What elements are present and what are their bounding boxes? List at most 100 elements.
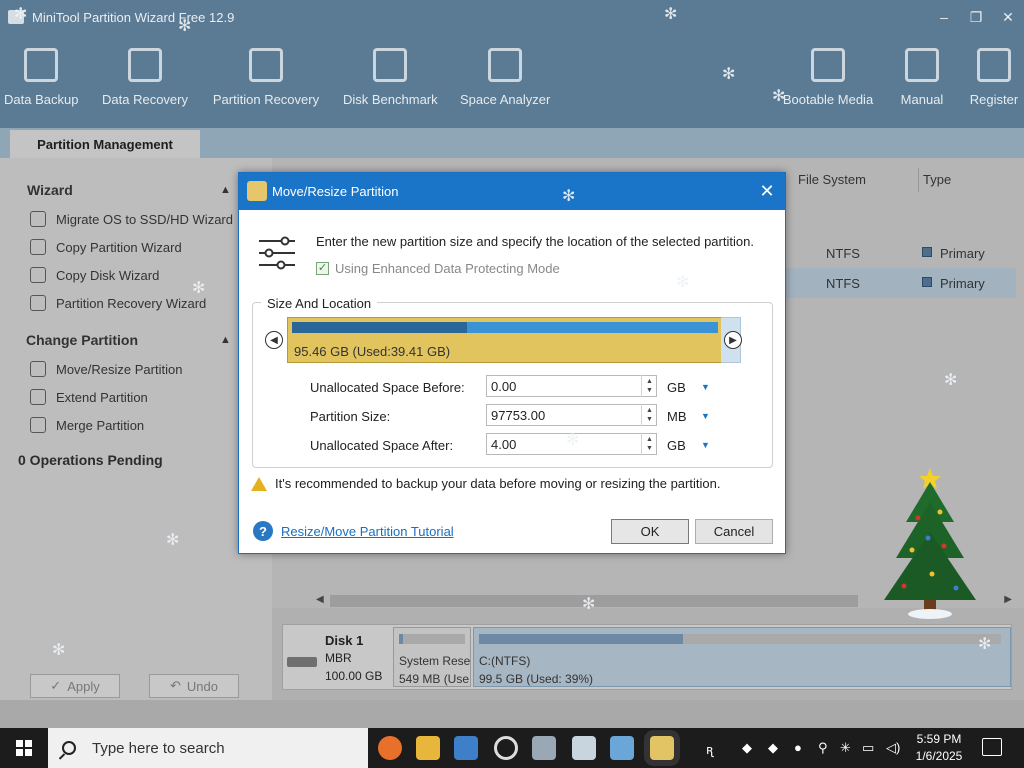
- dialog-close-button[interactable]: ✕: [755, 179, 779, 203]
- disk-partition-c[interactable]: C:(NTFS) 99.5 GB (Used: 39%): [473, 627, 1011, 687]
- tray-drop-icon[interactable]: ●: [794, 740, 802, 755]
- sidebar-item-merge[interactable]: Merge Partition: [30, 415, 144, 435]
- ok-button[interactable]: OK: [611, 519, 689, 544]
- start-button[interactable]: [0, 728, 48, 768]
- paint-icon[interactable]: [532, 736, 556, 760]
- change-partition-heading: Change Partition: [26, 332, 139, 348]
- notification-icon[interactable]: [982, 738, 1002, 756]
- undo-icon: ↶: [170, 678, 181, 693]
- unallocated-after-input[interactable]: [486, 433, 657, 455]
- partition-recovery-button[interactable]: Partition Recovery: [212, 48, 320, 118]
- sidebar-item-partition-recovery[interactable]: Partition Recovery Wizard: [30, 293, 206, 313]
- close-button[interactable]: ✕: [992, 0, 1024, 34]
- maximize-button[interactable]: ❐: [960, 0, 992, 34]
- settings-gear-icon[interactable]: [494, 736, 518, 760]
- checkbox-check-icon: ✓: [316, 262, 329, 275]
- collapse-change-icon[interactable]: ▲: [220, 334, 231, 346]
- sidebar-item-copy-partition[interactable]: Copy Partition Wizard: [30, 237, 182, 257]
- apply-button[interactable]: ✓ Apply: [30, 674, 120, 698]
- space-analyzer-button[interactable]: Space Analyzer: [460, 48, 550, 118]
- data-recovery-icon: [128, 48, 162, 82]
- operations-pending: 0 Operations Pending: [18, 452, 163, 468]
- scroll-left-icon[interactable]: ◀: [316, 594, 324, 605]
- partition-size-label-field: Partition Size:: [310, 409, 391, 424]
- tray-snow-icon[interactable]: ✳: [840, 740, 851, 756]
- unallocated-before-input[interactable]: [486, 375, 657, 397]
- size-location-label: Size And Location: [261, 296, 378, 311]
- tray-search-icon[interactable]: ⚲: [818, 740, 828, 756]
- notes-app-icon[interactable]: [610, 736, 634, 760]
- used-space-bar: [292, 322, 467, 333]
- backup-warning: It's recommended to backup your data bef…: [251, 476, 720, 491]
- firefox-icon[interactable]: [378, 736, 402, 760]
- partition-size-label: 95.46 GB (Used:39.41 GB): [294, 344, 451, 359]
- partition-bar: [292, 322, 718, 333]
- volume-icon[interactable]: ◁): [886, 740, 900, 756]
- tab-partition-management[interactable]: Partition Management: [10, 130, 200, 158]
- enhanced-mode-checkbox[interactable]: ✓ Using Enhanced Data Protecting Mode: [316, 261, 560, 276]
- clock[interactable]: 5:59 PM 1/6/2025: [908, 731, 970, 765]
- disk-partition-system-reserved[interactable]: System Rese 549 MB (Use: [393, 627, 471, 687]
- data-backup-button[interactable]: Data Backup: [4, 48, 78, 118]
- copy-disk-icon: [30, 267, 46, 283]
- disk-info[interactable]: Disk 1 MBR 100.00 GB: [283, 625, 393, 689]
- windows-logo-icon: [16, 740, 32, 756]
- chevron-left-icon[interactable]: ◀: [265, 331, 283, 349]
- partition-size-stepper[interactable]: ▲ ▼: [641, 404, 657, 426]
- tray-app-icon[interactable]: ◆: [768, 740, 778, 756]
- partition-wizard-taskbar-icon[interactable]: [650, 736, 674, 760]
- network-icon[interactable]: ▭: [862, 740, 874, 756]
- scroll-right-icon[interactable]: ▶: [1004, 594, 1012, 605]
- christmas-tree-icon: [884, 468, 976, 619]
- media-app-icon[interactable]: [572, 736, 596, 760]
- disk-benchmark-icon: [373, 48, 407, 82]
- partition-size-handle[interactable]: 95.46 GB (Used:39.41 GB): [287, 317, 741, 363]
- unallocated-after-stepper[interactable]: ▲ ▼: [641, 433, 657, 455]
- move-resize-icon: [30, 361, 46, 377]
- unallocated-before-label: Unallocated Space Before:: [310, 380, 465, 395]
- title-bar: MiniTool Partition Wizard Free 12.9 – ❐ …: [0, 0, 1024, 34]
- migrate-icon: [30, 211, 46, 227]
- sidebar-item-extend[interactable]: Extend Partition: [30, 387, 148, 407]
- space-analyzer-icon: [488, 48, 522, 82]
- primary-partition-icon: [922, 277, 932, 287]
- primary-partition-icon: [922, 247, 932, 257]
- register-icon: [977, 48, 1011, 82]
- column-type[interactable]: Type: [923, 172, 951, 187]
- disk-benchmark-button[interactable]: Disk Benchmark: [343, 48, 438, 118]
- unit-dropdown-icon[interactable]: ▼: [701, 411, 710, 421]
- sidebar-item-migrate-os[interactable]: Migrate OS to SSD/HD Wizard: [30, 209, 233, 229]
- warning-icon: [251, 476, 267, 491]
- unit-dropdown-icon[interactable]: ▼: [701, 382, 710, 392]
- data-recovery-button[interactable]: Data Recovery: [102, 48, 188, 118]
- check-icon: ✓: [50, 678, 62, 693]
- help-icon[interactable]: ?: [253, 521, 273, 541]
- tutorial-link[interactable]: Resize/Move Partition Tutorial: [281, 524, 454, 539]
- taskbar-search[interactable]: Type here to search: [48, 728, 368, 768]
- collapse-wizard-icon[interactable]: ▲: [220, 184, 231, 196]
- extend-icon: [30, 389, 46, 405]
- scrollbar-thumb[interactable]: [330, 595, 858, 607]
- chevron-right-icon[interactable]: ▶: [724, 331, 742, 349]
- dialog-intro: Enter the new partition size and specify…: [316, 234, 754, 249]
- register-button[interactable]: Register: [966, 48, 1022, 118]
- people-icon[interactable]: ꭆ: [706, 740, 713, 758]
- undo-button[interactable]: ↶ Undo: [149, 674, 239, 698]
- sidebar-item-copy-disk[interactable]: Copy Disk Wizard: [30, 265, 159, 285]
- unallocated-before-unit: GB: [667, 380, 686, 395]
- unallocated-before-stepper[interactable]: ▲ ▼: [641, 375, 657, 397]
- column-file-system[interactable]: File System: [798, 172, 866, 187]
- file-explorer-icon[interactable]: [416, 736, 440, 760]
- dialog-title-bar: Move/Resize Partition ✕: [239, 173, 785, 210]
- dialog-title: Move/Resize Partition: [272, 184, 399, 199]
- partition-size-input[interactable]: [486, 404, 657, 426]
- unit-dropdown-icon[interactable]: ▼: [701, 440, 710, 450]
- minimize-button[interactable]: –: [928, 0, 960, 34]
- bootable-media-button[interactable]: Bootable Media: [780, 48, 876, 118]
- network-app-icon[interactable]: [454, 736, 478, 760]
- merge-icon: [30, 417, 46, 433]
- manual-button[interactable]: Manual: [898, 48, 946, 118]
- sidebar-item-move-resize[interactable]: Move/Resize Partition: [30, 359, 182, 379]
- cancel-button[interactable]: Cancel: [695, 519, 773, 544]
- tray-app-icon[interactable]: ◆: [742, 740, 752, 756]
